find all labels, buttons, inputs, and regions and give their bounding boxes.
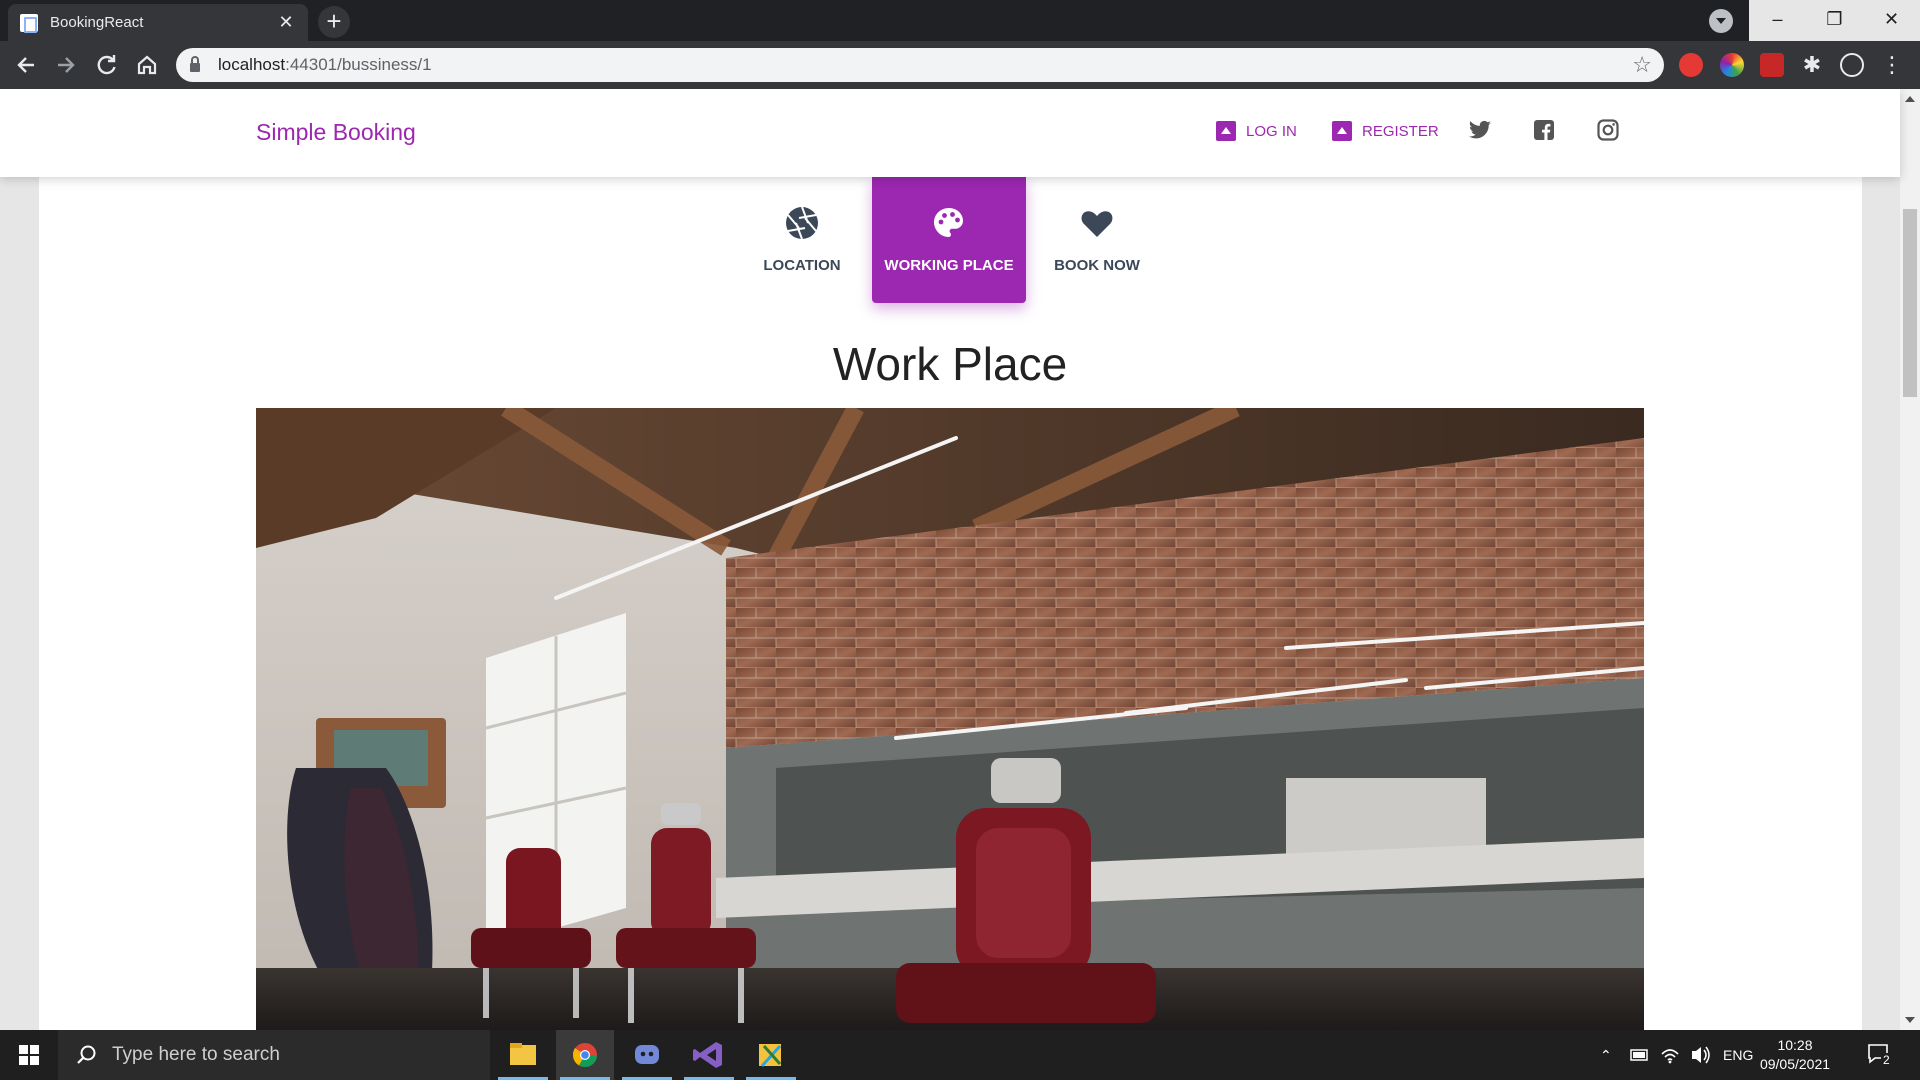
site-navbar: Simple Booking LOG IN REGISTER [0, 89, 1900, 177]
url-path: :44301/bussiness/1 [285, 55, 432, 74]
palette-icon [931, 205, 967, 241]
forward-arrow-icon[interactable] [50, 49, 82, 81]
volume-icon[interactable] [1690, 1030, 1712, 1080]
camera-aperture-icon [784, 205, 820, 241]
login-link[interactable]: LOG IN [1216, 121, 1297, 141]
new-tab-button[interactable]: + [318, 6, 350, 38]
browser-tab-bar: BookingReact ✕ + – ❐ ✕ [0, 0, 1920, 41]
extensions-puzzle-icon[interactable]: ✱ [1800, 53, 1824, 77]
tab-title: BookingReact [50, 14, 144, 31]
home-icon[interactable] [131, 49, 163, 81]
battery-icon[interactable] [1630, 1030, 1650, 1080]
tab-close-icon[interactable]: ✕ [276, 12, 296, 33]
tab-location-label: LOCATION [763, 257, 841, 274]
workplace-photo [256, 408, 1644, 1030]
heart-icon [1079, 205, 1115, 241]
reload-icon[interactable] [91, 49, 123, 81]
extension-color-picker-icon[interactable] [1720, 53, 1744, 77]
scroll-up-arrow-icon[interactable] [1905, 96, 1915, 102]
react-devtools-icon[interactable] [1840, 53, 1864, 77]
login-label: LOG IN [1246, 122, 1297, 140]
login-icon [1216, 121, 1236, 141]
url-host: localhost [218, 55, 286, 74]
maximize-button[interactable]: ❐ [1806, 0, 1863, 41]
snipping-tool-icon[interactable] [742, 1030, 800, 1080]
browser-menu-icon[interactable]: ⋮ [1880, 53, 1904, 77]
facebook-icon[interactable] [1532, 118, 1556, 142]
tab-working-place-label: WORKING PLACE [884, 257, 1014, 274]
back-arrow-icon[interactable] [10, 49, 42, 81]
tab-working-place[interactable]: WORKING PLACE [872, 177, 1026, 303]
lock-icon[interactable] [190, 56, 200, 72]
clock-time: 10:28 [1777, 1037, 1813, 1053]
taskbar-search[interactable]: Type here to search [58, 1030, 490, 1080]
file-explorer-icon[interactable] [494, 1030, 552, 1080]
tray-overflow-chevron-icon[interactable]: ⌃ [1600, 1030, 1612, 1080]
register-label: REGISTER [1362, 122, 1439, 140]
clock-date: 09/05/2021 [1759, 1056, 1831, 1072]
taskbar-clock[interactable]: 10:28 09/05/2021 [1750, 1036, 1840, 1074]
windows-taskbar: Type here to search ⌃ ENG 10:28 09/05/20… [0, 1030, 1920, 1080]
browser-toolbar: localhost:44301/bussiness/1 ☆ ✱ ⋮ [0, 41, 1920, 89]
discord-icon[interactable] [618, 1030, 676, 1080]
page-scrollbar[interactable] [1900, 89, 1920, 1030]
search-icon [77, 1045, 96, 1064]
instagram-icon[interactable] [1596, 118, 1620, 142]
site-brand[interactable]: Simple Booking [256, 119, 416, 146]
chrome-icon[interactable] [556, 1030, 614, 1080]
address-bar[interactable]: localhost:44301/bussiness/1 ☆ [176, 48, 1664, 82]
register-link[interactable]: REGISTER [1332, 121, 1439, 141]
bookmark-star-icon[interactable]: ☆ [1632, 52, 1652, 78]
scrollbar-thumb[interactable] [1903, 209, 1917, 397]
minimize-button[interactable]: – [1749, 0, 1806, 41]
tab-book-now[interactable]: BOOK NOW [1020, 177, 1174, 303]
tab-search-button[interactable] [1709, 9, 1733, 33]
notification-count: 2 [1881, 1053, 1892, 1067]
extension-red-icon[interactable] [1760, 53, 1784, 77]
page-viewport: Simple Booking LOG IN REGISTER LOCATION … [0, 89, 1920, 1030]
windows-start-icon[interactable] [0, 1030, 58, 1080]
page-favicon-icon [20, 13, 38, 33]
language-indicator[interactable]: ENG [1723, 1030, 1753, 1080]
scroll-down-arrow-icon[interactable] [1905, 1017, 1915, 1023]
taskbar-search-placeholder: Type here to search [112, 1044, 280, 1065]
url-text: localhost:44301/bussiness/1 [218, 55, 432, 75]
twitter-icon[interactable] [1468, 118, 1492, 142]
register-icon [1332, 121, 1352, 141]
visual-studio-icon[interactable] [680, 1030, 738, 1080]
extension-adblock-icon[interactable] [1679, 53, 1703, 77]
page-title: Work Place [832, 338, 1068, 390]
notification-center-icon[interactable]: 2 [1866, 1042, 1894, 1068]
tab-location[interactable]: LOCATION [725, 177, 879, 303]
browser-tab[interactable]: BookingReact ✕ [8, 4, 308, 41]
tab-book-now-label: BOOK NOW [1054, 257, 1140, 274]
close-window-button[interactable]: ✕ [1863, 0, 1920, 41]
wifi-icon[interactable] [1660, 1030, 1680, 1080]
